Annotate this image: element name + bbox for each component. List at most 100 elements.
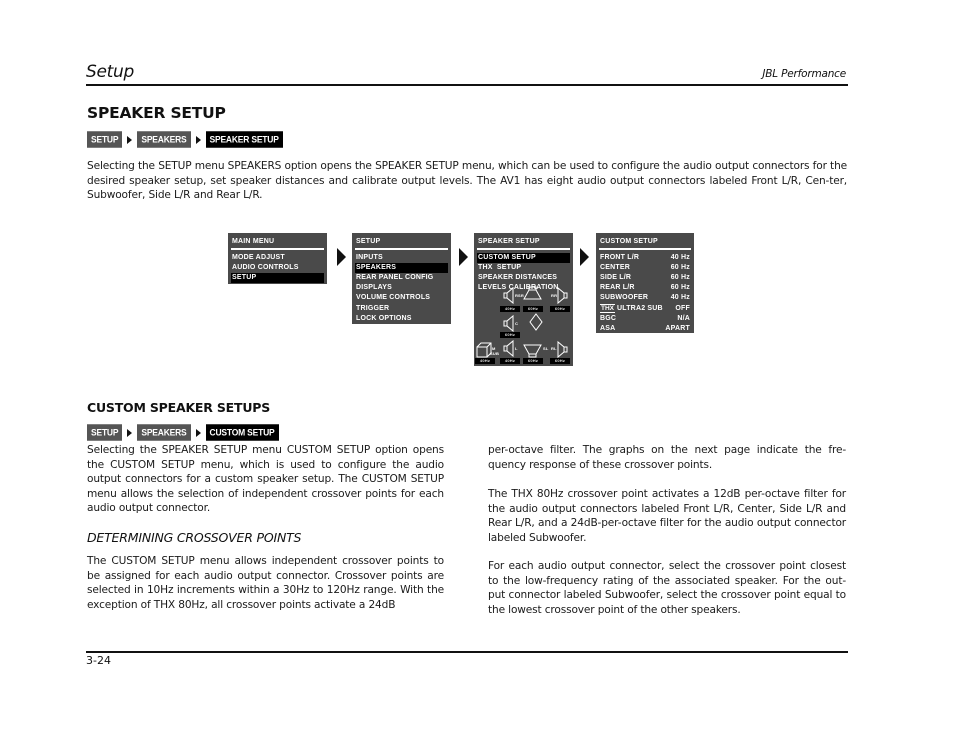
setup-menu-title: SETUP	[356, 238, 381, 245]
menu-item-audio-controls[interactable]: AUDIO CONTROLS	[231, 263, 324, 273]
thx-paragraph: The THX 80Hz crossover point activates a…	[488, 488, 846, 544]
speaker-sub-freq: 40Hz	[475, 358, 495, 364]
setting-row-front[interactable]: FRONT L/R 40 Hz	[599, 253, 691, 263]
setting-row-rear[interactable]: REAR L/R 60 Hz	[599, 283, 691, 293]
svg-text:C: C	[515, 321, 518, 326]
page-number: 3-24	[86, 654, 111, 667]
setting-row-ultra2-sub[interactable]: THX ULTRA2 SUB OFF	[599, 303, 691, 314]
svg-text:SUB: SUB	[490, 351, 499, 356]
intro-paragraph: Selecting the SETUP menu SPEAKERS option…	[87, 160, 847, 201]
thx-logo-icon: THX	[600, 303, 615, 313]
listener-position-icon	[529, 313, 543, 331]
main-menu-panel: MAIN MENU MODE ADJUST AUDIO CONTROLS SET…	[228, 233, 327, 284]
setting-label: FRONT L/R	[600, 253, 640, 261]
menu-item-speakers[interactable]: SPEAKERS	[355, 262, 448, 273]
setting-value: 60 Hz	[670, 263, 690, 271]
setting-row-center[interactable]: CENTER 60 Hz	[599, 263, 691, 273]
speaker-rl-freq: 60Hz	[550, 358, 570, 364]
breadcrumb-item-speakers[interactable]: SPEAKERS	[137, 131, 191, 148]
menu-item-volume-controls[interactable]: VOLUME CONTROLS	[355, 293, 448, 303]
menu-item-custom-setup[interactable]: CUSTOM SETUP	[477, 252, 570, 263]
title-underline	[477, 248, 570, 250]
setting-row-subwoofer[interactable]: SUBWOOFER 40 Hz	[599, 293, 691, 303]
selection-paragraph: For each audio output connector, select …	[488, 560, 846, 616]
main-menu-title: MAIN MENU	[232, 238, 275, 245]
setting-label: SIDE L/R	[600, 273, 632, 281]
speaker-icons: R SR RR C M SUB L SL RL	[476, 286, 568, 359]
setting-label: CENTER	[600, 263, 630, 271]
filter-paragraph: per-octave filter. The graphs on the nex…	[488, 444, 846, 471]
speaker-rl-icon	[557, 340, 568, 359]
speaker-c-icon	[503, 314, 514, 333]
chevron-right-icon	[195, 135, 201, 144]
title-underline	[231, 248, 324, 250]
menu-item-mode-adjust[interactable]: MODE ADJUST	[231, 253, 324, 263]
speaker-sub-icon	[476, 342, 492, 358]
speaker-rr-freq: 60Hz	[550, 306, 570, 312]
speaker-sr-freq: 60Hz	[523, 306, 543, 312]
arrow-right-icon	[459, 248, 468, 266]
breadcrumb-item-custom-setup[interactable]: CUSTOM SETUP	[205, 424, 279, 441]
menu-item-rear-panel-config[interactable]: REAR PANEL CONFIG	[355, 273, 448, 283]
speaker-sl-freq: 60Hz	[523, 358, 543, 364]
breadcrumb: SETUP SPEAKERS SPEAKER SETUP	[87, 131, 283, 148]
speaker-sr-icon	[523, 286, 542, 300]
menu-item-displays[interactable]: DISPLAYS	[355, 283, 448, 293]
menu-item-inputs[interactable]: INPUTS	[355, 253, 448, 263]
setting-row-side[interactable]: SIDE L/R 60 Hz	[599, 273, 691, 283]
arrow-right-icon	[580, 248, 589, 266]
speaker-layout-diagram: R SR RR C M SUB L SL RL 40Hz 60Hz 60Hz 6…	[474, 285, 573, 365]
setting-value: 60 Hz	[670, 284, 690, 292]
setting-label: BGC	[600, 314, 617, 322]
custom-setup-menu-panel: CUSTOM SETUP FRONT L/R 40 Hz CENTER 60 Hz …	[596, 233, 694, 333]
chevron-right-icon	[127, 135, 133, 144]
breadcrumb-item-speaker-setup[interactable]: SPEAKER SETUP	[205, 131, 283, 148]
custom-paragraph: Selecting the SPEAKER SETUP menu CUSTOM …	[87, 444, 444, 514]
chapter-title: Setup	[86, 62, 134, 82]
setting-row-bgc[interactable]: BGC N/A	[599, 314, 691, 324]
setting-label: ASA	[600, 324, 616, 332]
menu-item-setup[interactable]: SETUP	[231, 272, 324, 284]
footer-rule	[86, 651, 848, 653]
svg-text:RR: RR	[551, 293, 557, 298]
setting-label: SUBWOOFER	[600, 294, 649, 302]
crossover-title: DETERMINING CROSSOVER POINTS	[87, 530, 302, 545]
breadcrumb-item-setup[interactable]: SETUP	[87, 424, 123, 441]
setting-value: OFF	[675, 304, 690, 312]
menu-item-trigger[interactable]: TRIGGER	[355, 304, 448, 314]
header-rule	[86, 84, 848, 86]
speaker-setup-menu-panel: SPEAKER SETUP CUSTOM SETUP THX SETUP SPE…	[474, 233, 573, 366]
menu-item-speaker-distances[interactable]: SPEAKER DISTANCES	[477, 273, 570, 283]
setting-value: 40 Hz	[670, 294, 690, 302]
speaker-sl-icon	[523, 344, 542, 358]
speaker-c-freq: 60Hz	[500, 332, 520, 338]
speaker-rr-icon	[557, 286, 568, 305]
setting-value: 40 Hz	[670, 253, 690, 261]
svg-text:SR: SR	[518, 293, 524, 298]
svg-text:L: L	[515, 346, 518, 351]
breadcrumb-item-setup[interactable]: SETUP	[87, 131, 123, 148]
speaker-r-freq: 40Hz	[500, 306, 520, 312]
title-underline	[599, 248, 691, 250]
svg-text:RL: RL	[551, 346, 557, 351]
title-underline	[355, 248, 448, 250]
brand-name: JBL Performance	[762, 68, 846, 80]
chevron-right-icon	[127, 428, 133, 437]
setting-value: N/A	[677, 314, 690, 322]
menu-item-lock-options[interactable]: LOCK OPTIONS	[355, 314, 448, 324]
setup-menu-panel: SETUP INPUTS SPEAKERS REAR PANEL CONFIG …	[352, 233, 451, 324]
setting-label: REAR L/R	[600, 284, 635, 292]
speaker-l-freq: 40Hz	[500, 358, 520, 364]
breadcrumb-custom: SETUP SPEAKERS CUSTOM SETUP	[87, 424, 279, 441]
speaker-setup-menu-title: SPEAKER SETUP	[478, 238, 540, 245]
custom-section-title: CUSTOM SPEAKER SETUPS	[87, 400, 271, 415]
setting-value: 60 Hz	[670, 273, 690, 281]
menu-item-thx-setup[interactable]: THX SETUP	[477, 263, 570, 273]
custom-setup-menu-title: CUSTOM SETUP	[600, 238, 658, 245]
setting-label: ULTRA2 SUB	[617, 304, 663, 312]
speaker-l-icon	[503, 339, 514, 358]
svg-text:SL: SL	[543, 346, 549, 351]
breadcrumb-item-speakers[interactable]: SPEAKERS	[137, 424, 191, 441]
setting-row-asa[interactable]: ASA APART	[599, 324, 691, 334]
setting-value: APART	[665, 324, 690, 332]
